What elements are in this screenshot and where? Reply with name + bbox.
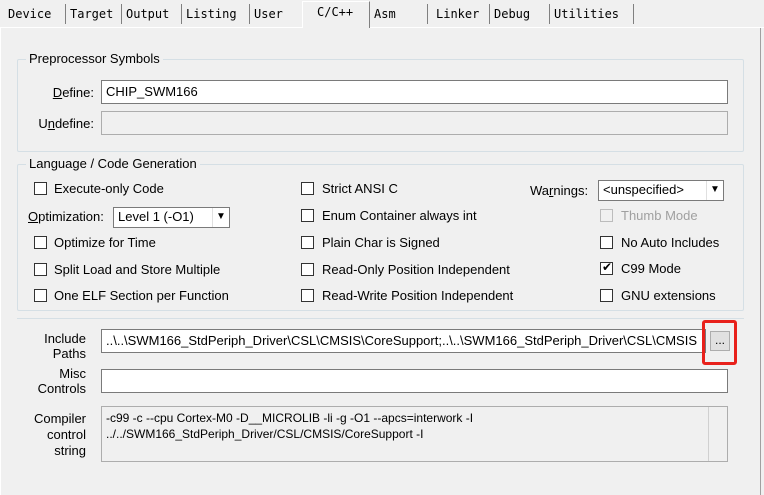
optimize-time-label: Optimize for Time — [54, 235, 156, 250]
compiler-label-2: control — [46, 427, 86, 442]
warnings-select[interactable]: <unspecified> ▼ — [598, 180, 724, 201]
undefine-label: Undefine: — [38, 116, 94, 131]
compiler-label-3: string — [54, 443, 86, 458]
undefine-input[interactable] — [101, 111, 728, 135]
include-label-1: Include — [44, 331, 86, 346]
compiler-label-1: Compiler — [33, 411, 86, 426]
gnu-ext-label: GNU extensions — [621, 288, 716, 303]
execute-only-label: Execute-only Code — [54, 181, 164, 196]
optimization-select[interactable]: Level 1 (-O1) ▼ — [113, 207, 230, 228]
tab-output[interactable]: Output — [122, 4, 182, 24]
preprocessor-group — [17, 59, 744, 152]
compiler-line-1: -c99 -c --cpu Cortex-M0 -D__MICROLIB -li… — [106, 411, 474, 425]
one-elf-checkbox[interactable] — [34, 289, 47, 302]
compiler-control-string: -c99 -c --cpu Cortex-M0 -D__MICROLIB -li… — [101, 406, 728, 462]
warnings-label: Warnings: — [530, 183, 589, 198]
enum-container-checkbox[interactable] — [301, 209, 314, 222]
preprocessor-title: Preprocessor Symbols — [26, 51, 163, 66]
language-title: Language / Code Generation — [26, 156, 200, 171]
tab-bar: Device Target Output Listing User C/C++ … — [0, 0, 764, 30]
c99-mode-checkbox[interactable]: ✔ — [600, 260, 613, 275]
rw-pi-label: Read-Write Position Independent — [322, 288, 514, 303]
optimization-value: Level 1 (-O1) — [118, 209, 194, 224]
no-auto-includes-label: No Auto Includes — [621, 235, 720, 250]
tab-asm[interactable]: Asm — [370, 4, 428, 24]
highlight-box — [702, 320, 737, 365]
tab-listing[interactable]: Listing — [182, 4, 250, 24]
tab-device[interactable]: Device — [4, 4, 66, 24]
thumb-mode-label: Thumb Mode — [621, 208, 698, 223]
ro-pi-label: Read-Only Position Independent — [322, 262, 510, 277]
scrollbar-divider — [708, 407, 709, 461]
thumb-mode-checkbox[interactable] — [600, 209, 613, 222]
compiler-line-2: ../../SWM166_StdPeriph_Driver/CSL/CMSIS/… — [106, 427, 424, 441]
misc-controls-input[interactable] — [101, 369, 728, 393]
chevron-down-icon[interactable]: ▼ — [706, 181, 723, 200]
tab-linker[interactable]: Linker — [428, 4, 490, 24]
tab-cpp[interactable]: C/C++ — [302, 1, 370, 28]
misc-label-1: Misc — [59, 366, 86, 381]
gnu-ext-checkbox[interactable] — [600, 289, 613, 302]
include-paths-input[interactable]: ..\..\SWM166_StdPeriph_Driver\CSL\CMSIS\… — [101, 329, 706, 353]
plain-char-checkbox[interactable] — [301, 236, 314, 249]
c99-mode-label: C99 Mode — [621, 261, 681, 276]
warnings-value: <unspecified> — [603, 182, 684, 197]
define-input[interactable]: CHIP_SWM166 — [101, 80, 728, 104]
include-label-2: Paths — [52, 346, 86, 361]
plain-char-label: Plain Char is Signed — [322, 235, 440, 250]
optimize-time-checkbox[interactable] — [34, 236, 47, 249]
misc-label-2: Controls — [37, 381, 86, 396]
optimization-label: Optimization: — [28, 209, 104, 224]
checkmark-icon: ✔ — [602, 260, 613, 274]
no-auto-includes-checkbox[interactable] — [600, 236, 613, 249]
tab-user[interactable]: User — [250, 4, 302, 24]
one-elf-label: One ELF Section per Function — [54, 288, 229, 303]
chevron-down-icon[interactable]: ▼ — [212, 208, 229, 227]
tab-utilities[interactable]: Utilities — [550, 4, 634, 24]
execute-only-checkbox[interactable] — [34, 182, 47, 195]
rw-pi-checkbox[interactable] — [301, 289, 314, 302]
divider — [17, 318, 744, 319]
enum-container-label: Enum Container always int — [322, 208, 477, 223]
tab-debug[interactable]: Debug — [490, 4, 550, 24]
split-load-label: Split Load and Store Multiple — [54, 262, 221, 277]
strict-ansi-checkbox[interactable] — [301, 182, 314, 195]
define-label: Define: — [52, 85, 94, 100]
ro-pi-checkbox[interactable] — [301, 263, 314, 276]
split-load-checkbox[interactable] — [34, 263, 47, 276]
strict-ansi-label: Strict ANSI C — [322, 181, 398, 196]
tab-target[interactable]: Target — [66, 4, 122, 24]
